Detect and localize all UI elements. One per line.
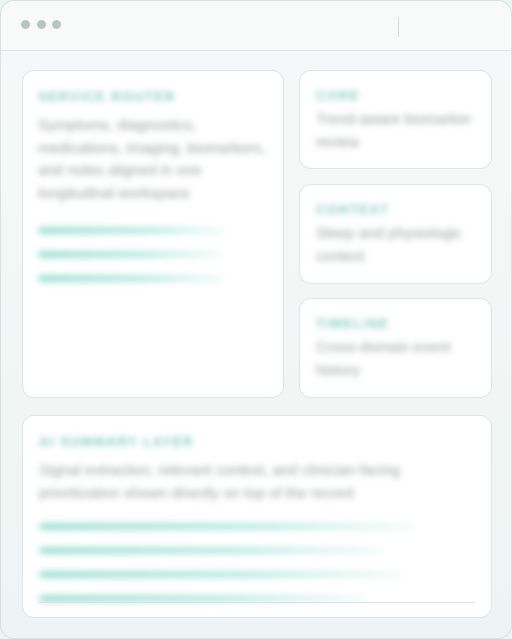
progress-bar bbox=[39, 571, 401, 578]
summary-card-divider bbox=[39, 602, 475, 603]
side-card-core: CORE Trend-aware biomarker review bbox=[299, 70, 492, 169]
ai-summary-card: AI SUMMARY LAYER Signal extraction, rele… bbox=[22, 415, 492, 618]
progress-bar bbox=[38, 251, 220, 258]
minimize-window-button[interactable] bbox=[37, 20, 46, 29]
progress-bar bbox=[39, 595, 365, 602]
maximize-window-button[interactable] bbox=[52, 20, 61, 29]
side-card-context: CONTEXT Sleep and physiologic context bbox=[299, 184, 492, 284]
progress-bar bbox=[39, 523, 415, 530]
app-window: SERVICE ROUTER Symptoms, diagnostics, me… bbox=[0, 0, 512, 639]
main-card-description: Symptoms, diagnostics, medications, imag… bbox=[38, 117, 266, 202]
close-window-button[interactable] bbox=[21, 20, 30, 29]
summary-card-kicker: AI SUMMARY LAYER bbox=[39, 434, 195, 449]
main-feature-card: SERVICE ROUTER Symptoms, diagnostics, me… bbox=[22, 70, 284, 398]
summary-card-meters bbox=[39, 523, 439, 602]
main-card-meters bbox=[38, 227, 270, 282]
side-card-kicker: CONTEXT bbox=[316, 202, 390, 217]
side-card-timeline: TIMELINE Cross-domain event history bbox=[299, 298, 492, 398]
side-card-description: Cross-domain event history bbox=[316, 339, 451, 379]
side-card-kicker: TIMELINE bbox=[316, 316, 390, 331]
progress-bar bbox=[38, 227, 226, 234]
side-card-description: Trend-aware biomarker review bbox=[316, 111, 472, 151]
main-card-kicker: SERVICE ROUTER bbox=[38, 89, 176, 104]
side-card-kicker: CORE bbox=[316, 88, 360, 103]
title-bar-divider bbox=[398, 17, 399, 37]
summary-card-description: Signal extraction, relevant context, and… bbox=[39, 462, 401, 502]
progress-bar bbox=[38, 275, 224, 282]
side-card-description: Sleep and physiologic context bbox=[316, 225, 462, 265]
progress-bar bbox=[39, 547, 383, 554]
title-bar bbox=[1, 1, 511, 51]
